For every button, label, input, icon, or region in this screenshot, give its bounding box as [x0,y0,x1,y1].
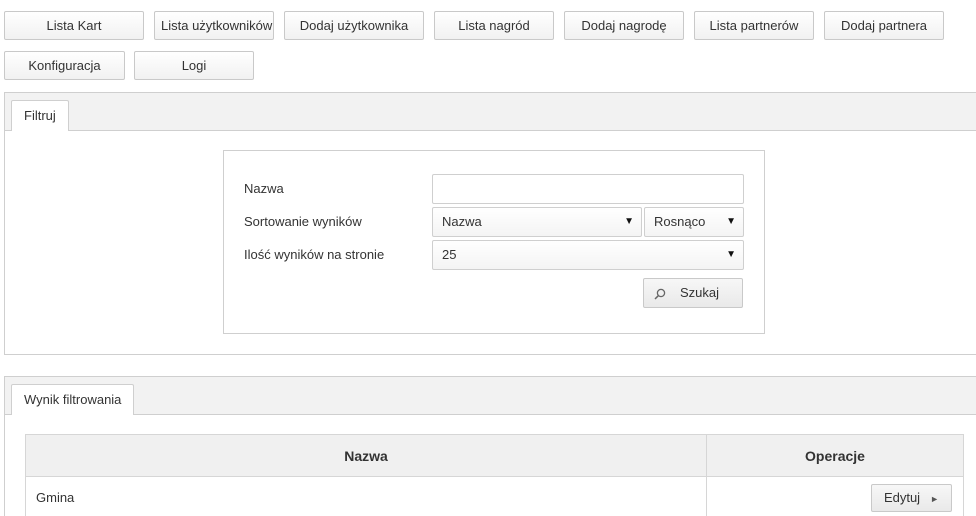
sort-field-value: Nazwa [442,214,482,229]
sort-field-select[interactable]: Nazwa ▼ [432,207,642,237]
nav-lista-partnerow-button[interactable]: Lista partnerów [694,11,814,40]
admin-page: Lista Kart Lista użytkowników Dodaj użyt… [0,0,976,516]
per-page-select[interactable]: 25 ▼ [432,240,744,270]
tab-filtruj[interactable]: Filtruj [11,100,69,131]
row-name-cell: Gmina [25,476,707,516]
results-panel: Wynik filtrowania Nazwa Operacje Gmina E… [4,376,976,516]
filter-panel-header: Filtruj [5,93,976,131]
name-input[interactable] [432,174,744,204]
table-header-row: Nazwa Operacje [25,434,964,477]
sort-order-select[interactable]: Rosnąco ▼ [644,207,744,237]
chevron-down-icon: ▼ [624,216,634,227]
chevron-right-icon: ► [930,493,939,504]
results-panel-header: Wynik filtrowania [5,377,976,415]
nav-lista-uzytkownikow-button[interactable]: Lista użytkowników [154,11,274,40]
chevron-down-icon: ▼ [726,249,736,260]
column-header-nazwa[interactable]: Nazwa [25,434,707,477]
nav-logi-button[interactable]: Logi [134,51,254,80]
nav-dodaj-nagrode-button[interactable]: Dodaj nagrodę [564,11,684,40]
results-table: Nazwa Operacje Gmina Edytuj ► [25,434,964,516]
row-operations-cell: Edytuj ► [706,476,964,516]
edit-button[interactable]: Edytuj ► [870,483,952,512]
sort-order-value: Rosnąco [654,214,706,229]
sort-label: Sortowanie wyników [244,214,362,229]
search-button[interactable]: Szukaj [643,278,743,308]
search-icon [654,288,666,300]
column-header-operacje: Operacje [706,434,964,477]
tab-wynik-filtrowania[interactable]: Wynik filtrowania [11,384,135,415]
nav-konfiguracja-button[interactable]: Konfiguracja [4,51,125,80]
edit-button-label: Edytuj [883,489,921,505]
search-button-label: Szukaj [680,285,720,300]
chevron-down-icon: ▼ [726,216,736,227]
nav-lista-kart-button[interactable]: Lista Kart [4,11,144,40]
filter-form: Nazwa Sortowanie wyników Nazwa ▼ Rosnąco… [223,150,765,334]
per-page-label: Ilość wyników na stronie [244,247,385,262]
nav-dodaj-uzytkownika-button[interactable]: Dodaj użytkownika [284,11,424,40]
per-page-value: 25 [442,247,457,262]
nav-dodaj-partnera-button[interactable]: Dodaj partnera [824,11,944,40]
table-row: Gmina Edytuj ► [25,476,964,516]
name-label: Nazwa [244,181,284,196]
nav-lista-nagrod-button[interactable]: Lista nagród [434,11,554,40]
